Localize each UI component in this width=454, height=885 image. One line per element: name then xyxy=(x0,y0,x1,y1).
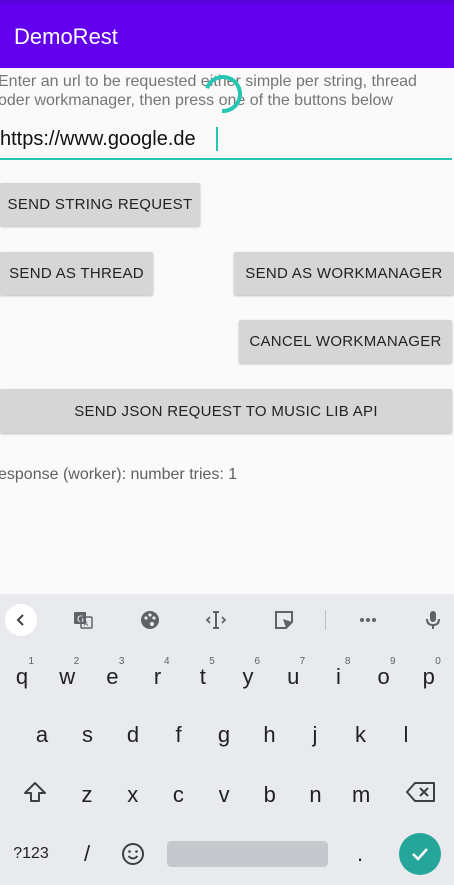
key-number-hint: 0 xyxy=(435,656,441,667)
url-input[interactable] xyxy=(0,124,452,160)
symbols-key[interactable]: ?123 xyxy=(6,831,56,877)
key-q[interactable]: q1 xyxy=(2,654,42,700)
key-f[interactable]: f xyxy=(159,712,199,758)
send-as-thread-button[interactable]: SEND AS THREAD xyxy=(0,252,153,295)
enter-key[interactable] xyxy=(399,833,441,875)
back-icon[interactable] xyxy=(5,604,37,636)
key-label: w xyxy=(59,664,76,689)
mic-icon[interactable] xyxy=(417,604,449,636)
loading-spinner xyxy=(204,75,242,113)
key-a[interactable]: a xyxy=(22,712,62,758)
key-k[interactable]: k xyxy=(341,712,381,758)
slash-key[interactable]: / xyxy=(67,831,107,877)
key-number-hint: 1 xyxy=(28,656,34,667)
key-label: e xyxy=(106,664,119,689)
space-key[interactable] xyxy=(167,841,328,867)
key-w[interactable]: w2 xyxy=(47,654,87,700)
toolbar-divider xyxy=(325,610,326,630)
key-z[interactable]: z xyxy=(67,772,107,818)
key-n[interactable]: n xyxy=(296,772,336,818)
key-e[interactable]: e3 xyxy=(92,654,132,700)
keyboard-toolbar: GA xyxy=(0,594,454,646)
send-as-workmanager-button[interactable]: SEND AS WORKMANAGER xyxy=(234,252,454,295)
key-label: y xyxy=(242,664,254,689)
emoji-key[interactable] xyxy=(113,831,153,877)
period-key[interactable]: . xyxy=(340,831,380,877)
app-title: DemoRest xyxy=(14,24,118,49)
key-number-hint: 9 xyxy=(390,656,396,667)
key-m[interactable]: m xyxy=(341,772,381,818)
key-o[interactable]: o9 xyxy=(364,654,404,700)
key-c[interactable]: c xyxy=(158,772,198,818)
key-label: t xyxy=(199,664,206,689)
cancel-workmanager-button[interactable]: CANCEL WORKMANAGER xyxy=(239,320,452,363)
key-number-hint: 3 xyxy=(118,656,125,667)
key-i[interactable]: i8 xyxy=(318,654,358,700)
palette-icon[interactable] xyxy=(134,604,166,636)
key-h[interactable]: h xyxy=(250,712,290,758)
send-json-request-button[interactable]: SEND JSON REQUEST TO MUSIC LIB API xyxy=(0,389,452,433)
key-number-hint: 4 xyxy=(164,656,170,667)
response-text: esponse (worker): number tries: 1 xyxy=(0,466,238,483)
key-r[interactable]: r4 xyxy=(138,654,178,700)
send-string-request-button[interactable]: SEND STRING REQUEST xyxy=(0,183,200,226)
key-label: p xyxy=(422,664,435,689)
svg-text:A: A xyxy=(84,620,89,628)
key-label: u xyxy=(287,664,300,689)
key-g[interactable]: g xyxy=(204,712,244,758)
text-cursor-icon[interactable] xyxy=(200,604,232,636)
key-label: o xyxy=(377,664,390,689)
key-number-hint: 8 xyxy=(344,656,351,667)
key-y[interactable]: y6 xyxy=(228,654,268,700)
key-label: i xyxy=(335,664,341,689)
key-number-hint: 2 xyxy=(73,656,80,667)
translate-icon[interactable]: GA xyxy=(67,604,99,636)
key-label: r xyxy=(153,664,162,689)
key-b[interactable]: b xyxy=(250,772,290,818)
more-icon[interactable] xyxy=(352,604,384,636)
key-number-hint: 6 xyxy=(254,656,260,667)
key-d[interactable]: d xyxy=(113,712,153,758)
key-number-hint: 5 xyxy=(209,656,215,667)
shift-key[interactable] xyxy=(15,769,55,815)
soft-keyboard: GA q1w2e3r4t5y6u7i8o9p0 asdfghjkl zxcvbn… xyxy=(0,594,454,885)
key-t[interactable]: t5 xyxy=(183,654,223,700)
key-p[interactable]: p0 xyxy=(409,654,449,700)
key-label: q xyxy=(15,664,29,689)
key-l[interactable]: l xyxy=(386,712,426,758)
key-x[interactable]: x xyxy=(113,772,153,818)
key-v[interactable]: v xyxy=(204,772,244,818)
text-cursor xyxy=(216,127,218,151)
app-bar: DemoRest xyxy=(0,4,454,68)
key-s[interactable]: s xyxy=(68,712,108,758)
key-u[interactable]: u7 xyxy=(273,654,313,700)
key-number-hint: 7 xyxy=(299,656,306,667)
key-j[interactable]: j xyxy=(295,712,335,758)
backspace-key[interactable] xyxy=(399,769,443,815)
sticker-icon[interactable] xyxy=(268,604,300,636)
